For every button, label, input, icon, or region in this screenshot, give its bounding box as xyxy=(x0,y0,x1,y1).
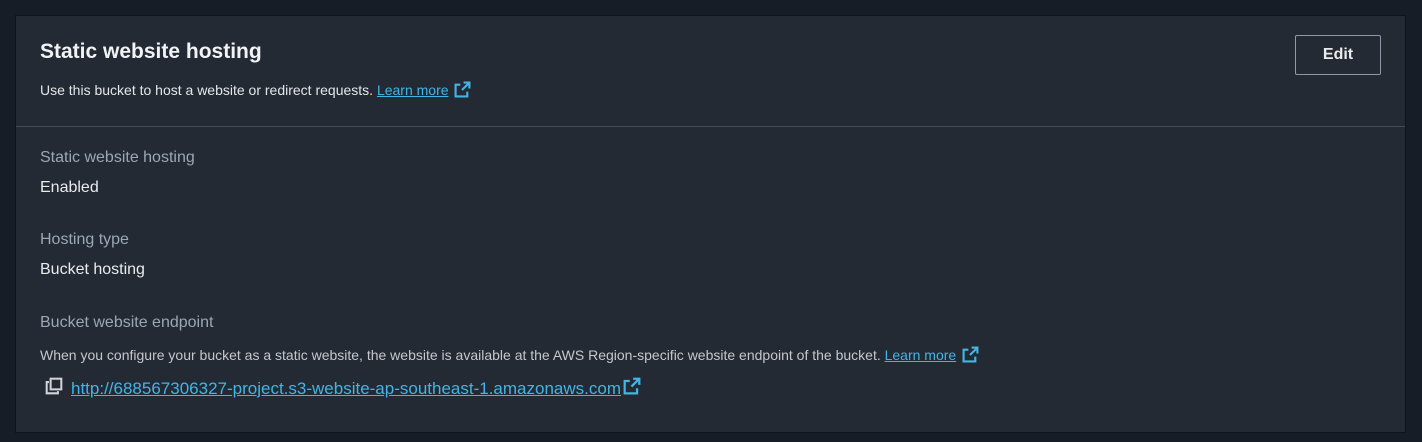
learn-more-link[interactable]: Learn more xyxy=(377,82,449,98)
hosting-type-value: Bucket hosting xyxy=(40,261,145,278)
endpoint-row: http://688567306327-project.s3-website-a… xyxy=(45,377,641,400)
static-website-hosting-panel: Static website hosting Use this bucket t… xyxy=(15,15,1406,433)
edit-button[interactable]: Edit xyxy=(1295,35,1381,75)
endpoint-label: Bucket website endpoint xyxy=(40,314,214,331)
external-link-icon[interactable] xyxy=(454,81,471,101)
section-subtitle: Use this bucket to host a website or red… xyxy=(40,81,471,101)
endpoint-learn-more-link[interactable]: Learn more xyxy=(885,347,957,363)
external-link-icon[interactable] xyxy=(962,346,979,366)
endpoint-url-link[interactable]: http://688567306327-project.s3-website-a… xyxy=(71,379,621,399)
endpoint-description: When you configure your bucket as a stat… xyxy=(40,346,979,366)
hosting-status-value: Enabled xyxy=(40,179,99,196)
copy-icon[interactable] xyxy=(45,377,63,400)
panel-header: Static website hosting Use this bucket t… xyxy=(16,16,1405,127)
external-link-icon[interactable] xyxy=(623,377,641,400)
subtitle-text: Use this bucket to host a website or red… xyxy=(40,82,374,98)
hosting-type-label: Hosting type xyxy=(40,231,129,248)
section-title: Static website hosting xyxy=(40,40,262,63)
endpoint-description-text: When you configure your bucket as a stat… xyxy=(40,347,881,363)
hosting-status-label: Static website hosting xyxy=(40,149,195,166)
